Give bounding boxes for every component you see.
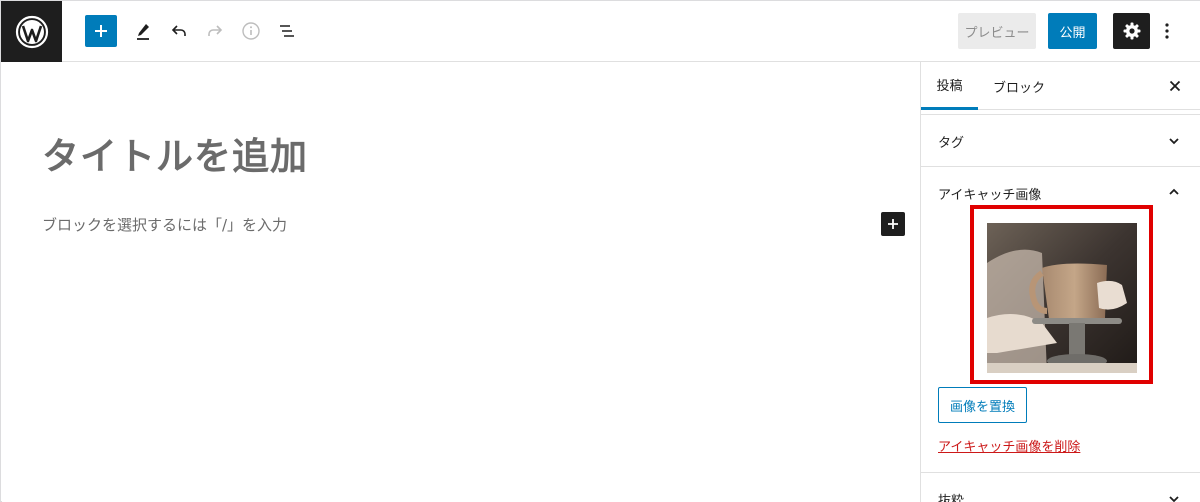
- pencil-icon: [137, 24, 149, 40]
- plus-icon: [888, 219, 898, 229]
- list-view-button[interactable]: [271, 15, 303, 47]
- panel-title-tags[interactable]: タグ: [938, 132, 964, 151]
- plus-icon: [95, 25, 107, 37]
- post-title-input[interactable]: タイトルを追加: [42, 126, 308, 180]
- panel-divider: [921, 472, 1200, 473]
- more-vertical-icon: [1165, 23, 1169, 39]
- editor-window: プレビュー 公開 タイトルを追加 ブロックを選択するには「/」を入力 投稿 ブロ…: [0, 0, 1200, 502]
- redo-icon: [208, 25, 223, 36]
- panel-divider: [921, 114, 1200, 115]
- details-button[interactable]: [235, 15, 267, 47]
- add-block-button[interactable]: [85, 15, 117, 47]
- settings-button[interactable]: [1113, 13, 1150, 49]
- top-toolbar: プレビュー 公開: [1, 1, 1200, 62]
- publish-button[interactable]: 公開: [1048, 13, 1097, 49]
- replace-image-button[interactable]: 画像を置換: [938, 387, 1027, 423]
- more-options-button[interactable]: [1157, 15, 1177, 47]
- block-add-button[interactable]: [881, 212, 905, 236]
- panel-title-excerpt[interactable]: 抜粋: [938, 490, 964, 502]
- chevron-down-icon[interactable]: [1167, 492, 1181, 502]
- list-view-icon: [280, 25, 294, 37]
- editor-canvas: タイトルを追加 ブロックを選択するには「/」を入力: [2, 62, 920, 502]
- wordpress-logo-icon[interactable]: [1, 1, 62, 62]
- block-placeholder[interactable]: ブロックを選択するには「/」を入力: [42, 214, 287, 235]
- remove-featured-image-link[interactable]: アイキャッチ画像を削除: [938, 436, 1080, 455]
- gear-icon: [1123, 22, 1140, 40]
- settings-sidebar: 投稿 ブロック タグ アイキャッチ画像 画像を置換 アイキャッチ画像を削除 抜粋: [920, 62, 1200, 502]
- panel-divider: [921, 166, 1200, 167]
- preview-button[interactable]: プレビュー: [958, 13, 1036, 49]
- panel-title-featured-image[interactable]: アイキャッチ画像: [938, 184, 1041, 203]
- featured-image-thumbnail[interactable]: [987, 223, 1137, 373]
- close-icon: [1169, 80, 1181, 92]
- undo-button[interactable]: [163, 15, 195, 47]
- close-sidebar-button[interactable]: [1165, 76, 1185, 96]
- redo-button[interactable]: [199, 15, 231, 47]
- undo-icon: [171, 25, 186, 36]
- tab-block[interactable]: ブロック: [993, 62, 1045, 110]
- tools-button[interactable]: [127, 15, 159, 47]
- info-icon: [242, 22, 260, 40]
- chevron-down-icon[interactable]: [1167, 134, 1181, 148]
- chevron-up-icon[interactable]: [1167, 185, 1181, 199]
- sidebar-tabs: 投稿 ブロック: [921, 62, 1200, 110]
- tab-post[interactable]: 投稿: [921, 62, 978, 110]
